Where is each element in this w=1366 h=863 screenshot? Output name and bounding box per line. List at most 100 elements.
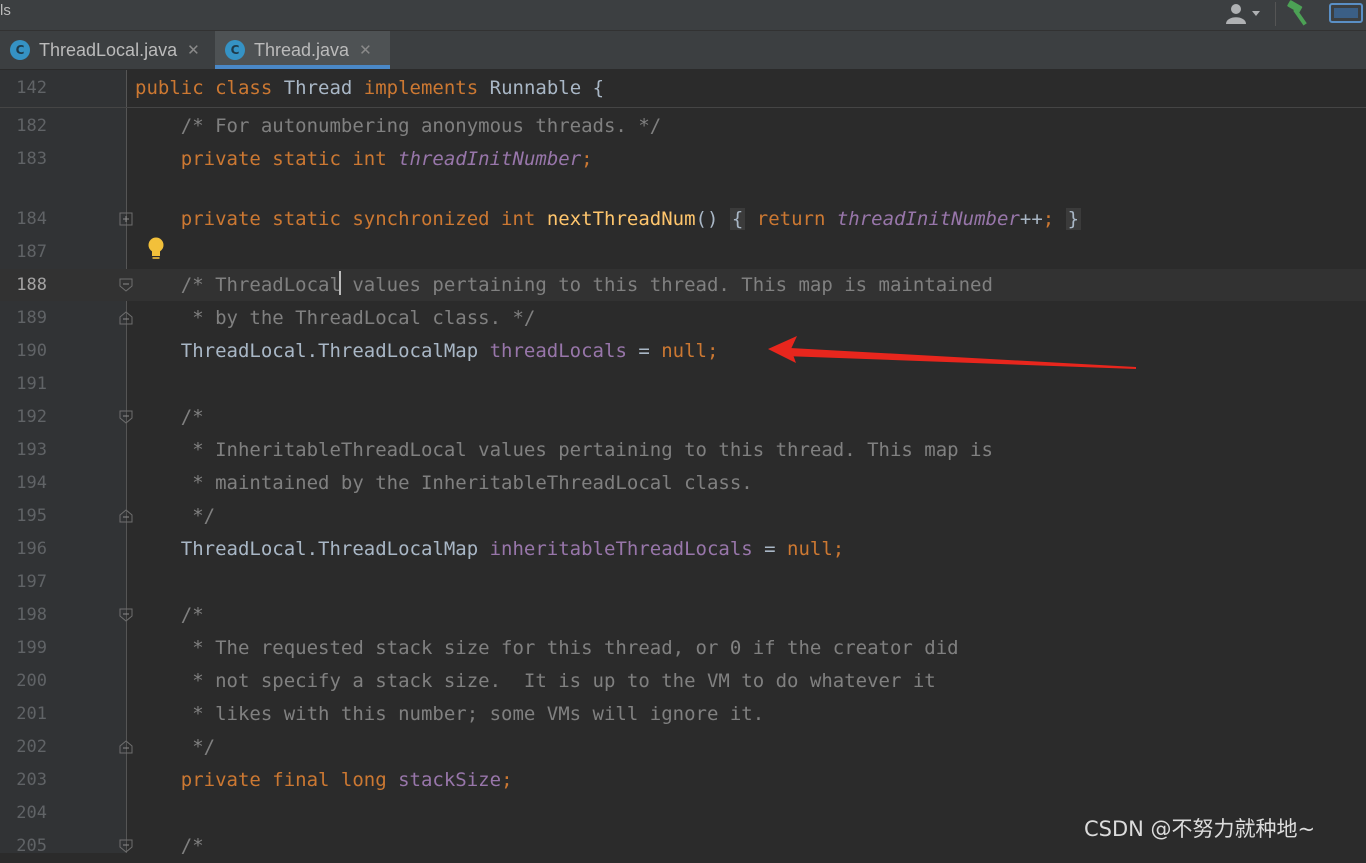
tab-label: ThreadLocal.java [39,39,178,60]
code-line[interactable]: 192 /* [0,401,1366,434]
code-line[interactable]: 187 [0,236,1366,269]
code-token: return [756,208,837,230]
lightbulb-intention-icon[interactable] [145,236,167,262]
code-token: /* [135,406,204,428]
line-number: 189 [16,308,47,328]
code-text[interactable]: /* ThreadLocal values pertaining to this… [135,274,993,296]
fold-end-icon[interactable] [119,740,133,754]
tab-thread-java[interactable]: C Thread.java ✕ [215,31,390,69]
code-line[interactable]: 198 /* [0,599,1366,632]
tab-threadlocal-java[interactable]: C ThreadLocal.java ✕ [0,31,212,69]
code-text[interactable]: * InheritableThreadLocal values pertaini… [135,439,993,461]
code-line[interactable]: 194 * maintained by the InheritableThrea… [0,467,1366,500]
fold-collapse-icon[interactable] [119,278,133,292]
code-token: } [1065,208,1082,230]
code-line[interactable]: 201 * likes with this number; some VMs w… [0,698,1366,731]
fold-end-icon[interactable] [119,509,133,523]
code-line[interactable]: 184 private static synchronized int next… [0,203,1366,236]
code-token: private final long [135,769,399,791]
code-token: /* [135,604,204,626]
code-token: stackSize [398,769,502,791]
code-text[interactable]: /* [135,406,204,428]
line-number: 142 [16,78,47,98]
code-line[interactable]: 197 [0,566,1366,599]
code-line[interactable]: 190 ThreadLocal.ThreadLocalMap threadLoc… [0,335,1366,368]
code-line[interactable]: 195 */ [0,500,1366,533]
close-tab-icon[interactable]: ✕ [187,41,200,59]
code-text[interactable]: */ [135,736,215,758]
tab-label: Thread.java [254,39,350,60]
code-token: */ [135,736,216,758]
layout-toggle-icon[interactable] [1328,2,1364,24]
code-editor[interactable]: 142 public class Thread implements Runnab… [0,70,1366,857]
code-line[interactable]: 193 * InheritableThreadLocal values pert… [0,434,1366,467]
code-line[interactable]: 182 /* For autonumbering anonymous threa… [0,110,1366,143]
code-text[interactable]: /* [135,835,204,857]
code-line[interactable]: 188 /* ThreadLocal values pertaining to … [0,269,1366,302]
code-line[interactable]: 196 ThreadLocal.ThreadLocalMap inheritab… [0,533,1366,566]
code-token: null; [661,340,719,362]
watermark-text: CSDN @不努力就种地~ [1084,817,1316,841]
code-line[interactable]: 200 * not specify a stack size. It is up… [0,665,1366,698]
code-text[interactable]: */ [135,505,215,527]
code-line[interactable]: 183 private static int threadInitNumber; [0,143,1366,176]
user-account-icon[interactable] [1222,2,1264,26]
code-token: private static synchronized int [135,208,547,230]
code-text[interactable]: * not specify a stack size. It is up to … [135,670,936,692]
line-number: 183 [16,149,47,169]
code-token: ; [501,769,513,791]
line-number: 195 [16,506,47,526]
line-number: 198 [16,605,47,625]
fold-expand-icon[interactable] [119,212,133,226]
code-text[interactable]: ThreadLocal.ThreadLocalMap threadLocals … [135,340,719,362]
code-token: nextThreadNum [546,208,696,230]
code-token: Thread [283,77,364,99]
code-line[interactable]: 189 * by the ThreadLocal class. */ [0,302,1366,335]
code-line[interactable]: 191 [0,368,1366,401]
java-class-icon: C [10,40,30,60]
line-number: 201 [16,704,47,724]
line-number: 194 [16,473,47,493]
fold-end-icon[interactable] [119,311,133,325]
code-token: /* ThreadLocal values pertaining to this… [135,274,993,296]
fold-collapse-icon[interactable] [119,608,133,622]
code-text[interactable]: private static synchronized int nextThre… [135,208,1082,230]
code-token: * InheritableThreadLocal values pertaini… [135,439,993,461]
code-line[interactable]: 203 private final long stackSize; [0,764,1366,797]
line-number: 190 [16,341,47,361]
code-text[interactable]: public class Thread implements Runnable … [135,77,604,99]
text-caret [339,271,341,295]
code-token: threadInitNumber [398,148,582,170]
line-number: 205 [16,836,47,856]
code-token: () [695,208,730,230]
code-text[interactable]: * maintained by the InheritableThreadLoc… [135,472,753,494]
toolbar-separator [1275,2,1276,26]
line-number: 200 [16,671,47,691]
code-text[interactable]: * by the ThreadLocal class. */ [135,307,535,329]
code-text[interactable]: * likes with this number; some VMs will … [135,703,764,725]
line-number: 191 [16,374,47,394]
window-title-fragment: ls [0,2,11,19]
build-hammer-icon[interactable] [1286,0,1316,26]
title-bar: ls [0,0,1366,31]
code-token: { [729,208,746,230]
line-number: 193 [16,440,47,460]
code-text[interactable]: private static int threadInitNumber; [135,148,593,170]
code-token: threadInitNumber [836,208,1020,230]
code-text[interactable]: private final long stackSize; [135,769,513,791]
code-token: * maintained by the InheritableThreadLoc… [135,472,753,494]
code-token: ; [581,148,593,170]
code-text[interactable]: /* For autonumbering anonymous threads. … [135,115,661,137]
code-text[interactable]: ThreadLocal.ThreadLocalMap inheritableTh… [135,538,845,560]
sticky-class-header[interactable]: 142 public class Thread implements Runnab… [0,72,1366,105]
fold-collapse-icon[interactable] [119,410,133,424]
fold-collapse-icon[interactable] [119,839,133,853]
close-tab-icon[interactable]: ✕ [359,41,372,59]
code-text[interactable]: /* [135,604,204,626]
code-line[interactable]: 199 * The requested stack size for this … [0,632,1366,665]
code-text[interactable]: * The requested stack size for this thre… [135,637,958,659]
line-number: 192 [16,407,47,427]
code-line[interactable]: 202 */ [0,731,1366,764]
